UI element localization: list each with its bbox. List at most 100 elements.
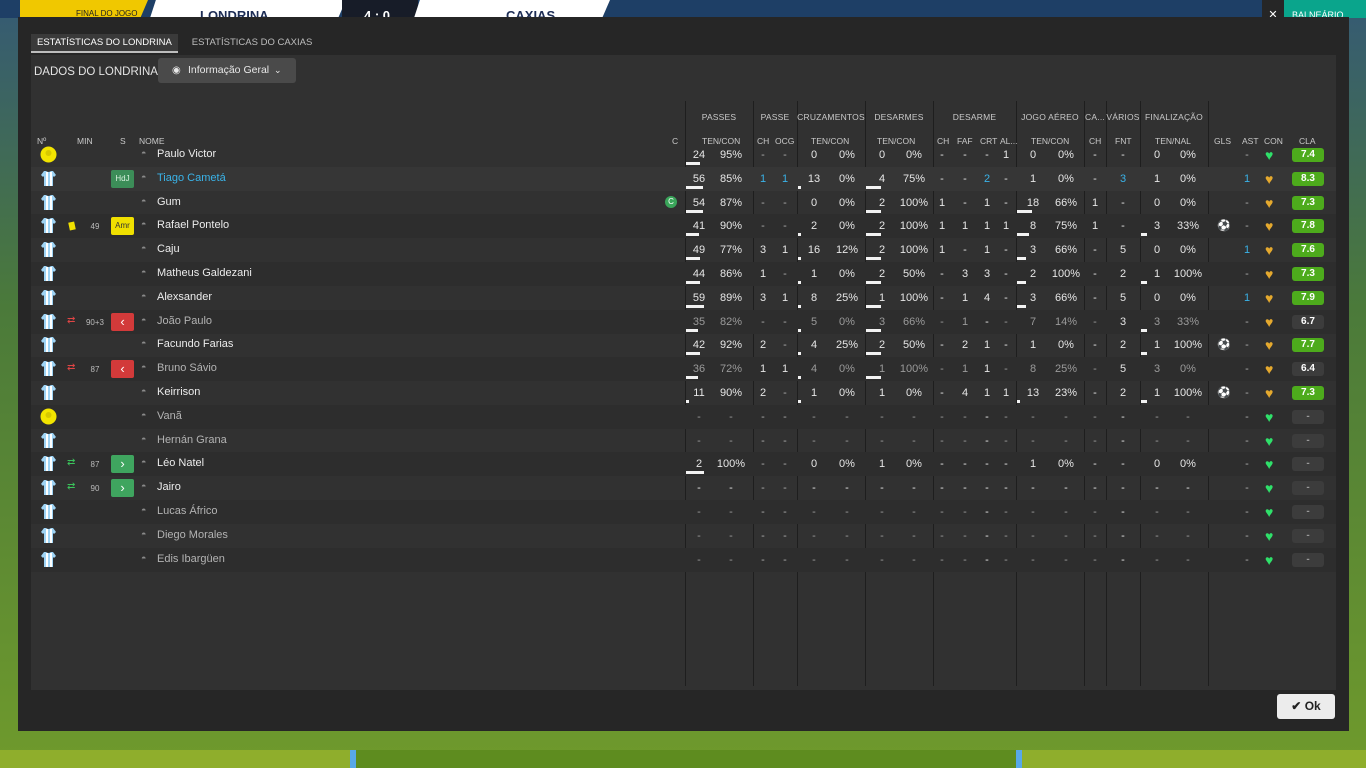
tackles-key: - [940,291,944,304]
player-name[interactable]: Caju [157,243,180,255]
table-row[interactable]: ⇄ 87 ‹ ◓ Bruno Sávio 36 72% 1 1 4 0% 1 100% -1 1-8 25% -… [31,357,1336,382]
table-row[interactable]: ◓ Caju 49 77% 3 1 16 12% 2 100% 1-1-3 66% -5 0 0% 1 ♥ 7.6 [31,238,1336,262]
table-row[interactable]: ◓ Keirrison 11 90% 2-1 0% 1 0% -4 1 1 13 23% -2 1 100% ⚽… [31,381,1336,405]
headers-attempted: 2 [1029,268,1037,280]
player-name[interactable]: João Paulo [157,315,212,327]
table-row[interactable]: ◓ Lucas Áfrico - - - - - - - - - - - - - - - - - - - ♥ - [31,500,1336,524]
rating-badge: - [1292,409,1324,424]
fouls: - [963,482,967,495]
player-name[interactable]: Tiago Cametá [157,172,226,184]
chevron-right-icon[interactable]: › [111,479,134,498]
tackles-attempted: 1 [878,387,886,399]
tackles-bar [866,233,881,237]
cards: - [1093,291,1097,304]
table-row[interactable]: ◓ Vanã - - - - - - - - - - - - - - - - - - - ♥ - [31,404,1336,429]
table-row[interactable]: 49 Amr ◓ Rafael Pontelo 41 90% - -2 0% 2 100% 1 1 1 1 8… [31,214,1336,239]
tackles-attempted: 4 [878,172,886,185]
interceptions: - [1004,553,1008,566]
table-row[interactable]: ◓ Gum C 54 87% - -0 0% 2 100% 1-1-18 66% 1-0 0% - ♥ 7.3 [31,191,1336,215]
rating-badge: 6.7 [1292,314,1324,329]
player-name[interactable]: Facundo Farias [157,338,233,350]
table-row[interactable]: ◓ Hernán Grana - - - - - - - - - - - - - - - - - - - ♥ - [31,429,1336,453]
player-name[interactable]: Alexsander [157,291,212,303]
crosses-completed-pct: 0% [839,196,855,209]
table-row[interactable]: ⇄ 90+3 ‹ ◓ João Paulo 35 82% - - 5 0% 3 66% - 1 - - 7 14% -… [31,309,1336,334]
ok-button[interactable]: ✔ Ok [1277,694,1335,719]
ball-icon: ⚽ [1217,339,1231,352]
chevron-right-icon[interactable]: › [111,455,134,474]
fatigue-heart-icon: ♥ [1265,289,1274,306]
chances-created: - [783,268,787,280]
assists: - [1245,529,1249,542]
shirt-icon [40,503,57,520]
assists: - [1245,220,1249,233]
player-name[interactable]: Keirrison [157,386,200,398]
fitness-heart-icon: ♥ [1265,504,1274,520]
chevron-left-icon[interactable]: ‹ [111,360,134,379]
cards: - [1093,482,1097,495]
player-name[interactable]: Diego Morales [157,529,228,541]
table-row[interactable]: ◓ Matheus Galdezani 44 86% 1 - 1 0% 2 50% - 3 3 - 2 100… [31,262,1336,286]
table-row[interactable]: ⇄ 90 › ◓ Jairo - - - - - - - - - - - - - - - - - - - ♥ - [31,476,1336,500]
table-row[interactable]: ◓ Diego Morales - - - - - - - - - - - - - - - - - - - ♥ - [31,524,1336,548]
crosses-bar [798,233,801,237]
shirt-icon [40,384,57,401]
tackles-attempted: 0 [878,149,886,161]
player-name[interactable]: Lucas Áfrico [157,505,218,517]
table-row[interactable]: ⇄ 87 › ◓ Léo Natel 2 100% - - 0 0% 1 0% - - - - 1 0% - - 0 0% -… [31,452,1336,477]
player-name[interactable]: Matheus Galdezani [157,267,252,279]
rating-badge: - [1292,457,1324,472]
player-name[interactable]: Rafael Pontelo [157,219,229,231]
table-row[interactable]: ◓ Edis Ibargüen - - - - - - - - - - - - - - - - - - - ♥ - [31,547,1336,572]
clearances: 1 [983,387,991,399]
player-name[interactable]: Jairo [157,481,181,493]
crosses-attempted: - [812,506,816,518]
tackles-attempted: 2 [878,244,886,257]
interceptions: - [1004,363,1008,376]
chances-created: 1 [781,172,789,185]
headers-attempted: 1 [1029,172,1037,185]
passes-attempted: 41 [692,220,706,233]
tackles-bar [866,328,881,332]
headers-won-pct: 75% [1054,220,1078,233]
tackles-bar [866,376,881,380]
tackles-attempted: 2 [878,268,886,280]
player-name[interactable]: Bruno Sávio [157,362,217,374]
player-name[interactable]: Paulo Victor [157,148,216,160]
tackles-attempted: 1 [878,363,886,376]
close-icon[interactable]: ✕ [1262,0,1284,21]
fouls-against: - [1121,458,1125,471]
player-name[interactable]: Gum [157,196,181,208]
dressing-room-button[interactable]: BALNEÁRIO [1284,0,1366,20]
table-row[interactable]: ◓ Paulo Victor 24 95% - - 0 0% 0 0% - - - 1 0 0% - - 0 0% - ♥… [31,143,1336,167]
person-icon: ◓ [141,148,147,158]
crosses-bar [798,376,801,380]
fouls-against: 3 [1119,172,1127,185]
interceptions: - [1004,172,1008,185]
crosses-completed-pct: - [845,506,849,518]
headers-won-pct: 66% [1054,291,1078,304]
group-header: CRUZAMENTOS [797,112,865,122]
chevron-left-icon[interactable]: ‹ [111,312,134,331]
table-row[interactable]: ◓ Facundo Farias 42 92% 2-4 25% 2 50% -2 1-1 0% -2 1… [31,333,1336,357]
tackles-key: - [940,529,944,542]
captain-badge: C [665,195,677,208]
player-name[interactable]: Léo Natel [157,457,204,469]
headers-attempted: 7 [1029,315,1037,328]
tackles-won-pct: - [912,410,916,423]
shirt-icon [40,455,57,472]
fitness-heart-icon: ♥ [1265,147,1274,163]
table-row[interactable]: ◓ Alexsander 59 89% 3 1 8 25% 1 100% -1 4-3 66% -5 0 0%… [31,286,1336,310]
player-name[interactable]: Hernán Grana [157,434,227,446]
sub-in-icon: ⇄ [67,481,76,493]
tab-caxias[interactable]: ESTATÍSTICAS DO CAXIAS [186,34,319,51]
player-name[interactable]: Vanã [157,410,182,422]
table-row[interactable]: HdJ ◓ Tiago Cametá 56 85% 1 1 13 0% 4 75% - -2-1 0% -3… [31,166,1336,191]
tab-londrina[interactable]: ESTATÍSTICAS DO LONDRINA [31,34,178,53]
player-name[interactable]: Edis Ibargüen [157,553,225,565]
fatigue-heart-icon: ♥ [1265,337,1274,354]
ball-icon: ⚽ [1217,220,1231,233]
tackles-key: - [940,410,944,423]
fouls-against: - [1121,434,1125,447]
rating-badge: 7.9 [1292,290,1324,305]
